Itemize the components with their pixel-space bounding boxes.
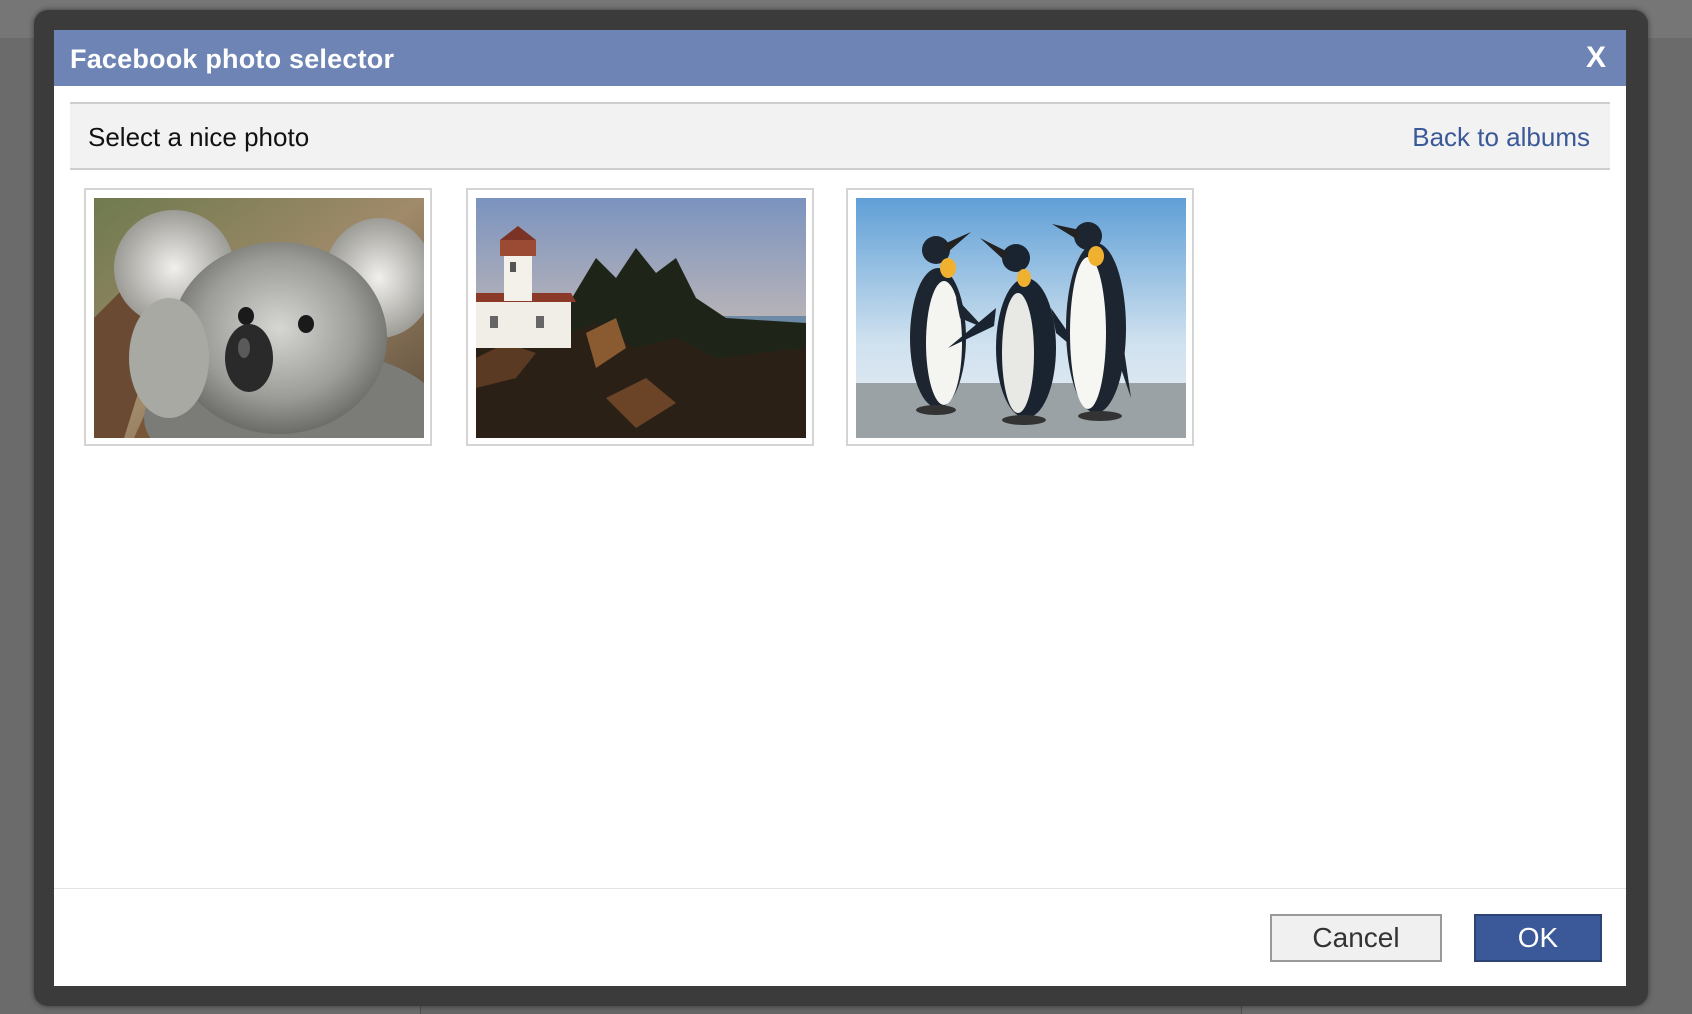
footer-divider xyxy=(54,888,1626,889)
back-to-albums-link[interactable]: Back to albums xyxy=(1412,122,1590,153)
dialog-title: Facebook photo selector xyxy=(70,44,395,74)
dialog-titlebar: Facebook photo selector X xyxy=(54,30,1626,86)
koala-photo-image xyxy=(94,198,424,438)
ok-button[interactable]: OK xyxy=(1474,914,1602,962)
close-icon[interactable]: X xyxy=(1580,40,1612,76)
dialog-overlay-frame: Facebook photo selector X Select a nice … xyxy=(34,10,1648,1006)
penguins-photo-image xyxy=(856,198,1186,438)
photo-thumbnail-penguins[interactable] xyxy=(846,188,1194,446)
subheader-bar: Select a nice photo Back to albums xyxy=(70,102,1610,170)
lighthouse-photo-image xyxy=(476,198,806,438)
photo-thumbnail-lighthouse[interactable] xyxy=(466,188,814,446)
cancel-button[interactable]: Cancel xyxy=(1270,914,1442,962)
subheader-title: Select a nice photo xyxy=(88,122,310,152)
photo-selector-dialog: Facebook photo selector X Select a nice … xyxy=(54,30,1626,986)
photo-thumbnail-koala[interactable] xyxy=(84,188,432,446)
photo-grid xyxy=(84,188,1604,458)
